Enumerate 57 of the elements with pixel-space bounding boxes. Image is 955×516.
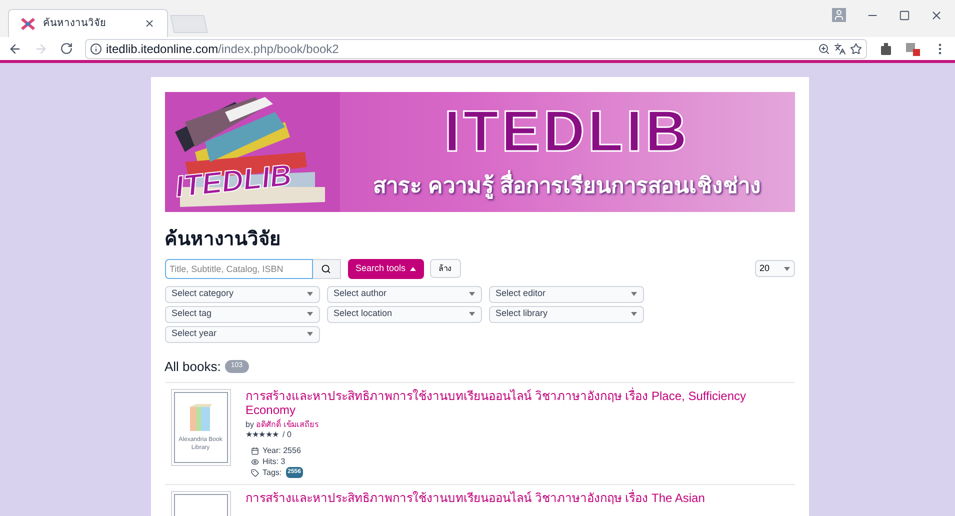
tag-icon <box>250 468 258 476</box>
browser-tab[interactable]: ค้นหางานวิจัย <box>8 9 168 37</box>
caret-icon <box>306 332 312 336</box>
logo-icon <box>21 18 35 30</box>
page-heading: ค้นหางานวิจัย <box>164 228 282 252</box>
book-title-link[interactable]: การสร้างและหาประสิทธิภาพการใช้งานบทเรียนออนไลน์ วิชาภาษาอังกฤษ เรื่อง Place, Sufficiency Economy <box>246 389 786 417</box>
filter-select[interactable]: Select library <box>488 306 644 322</box>
caret-up-icon <box>410 266 416 270</box>
by-label: by <box>246 420 255 429</box>
banner-title: ITEDLIB <box>444 102 690 160</box>
url-text: itedlib.itedonline.com/index.php/book/book2 <box>106 40 339 58</box>
filter-select[interactable]: Select year <box>164 326 320 342</box>
clear-button[interactable]: ล้าง <box>430 259 461 278</box>
caret-icon <box>784 266 790 270</box>
search-tools-button[interactable]: Search tools <box>348 258 424 278</box>
close-icon[interactable] <box>930 8 943 22</box>
tab-title: ค้นหางานวิจัย <box>43 16 107 31</box>
year-text: Year: 2556 <box>262 445 301 456</box>
close-icon[interactable] <box>144 18 155 29</box>
banner-subtitle: สาระ ความรู้ สื่อการเรียนการสอนเชิงช่าง <box>372 168 762 202</box>
book-title-link[interactable]: การสร้างและหาประสิทธิภาพการใช้งานบทเรียนออนไลน์ วิชาภาษาอังกฤษ เรื่อง The Asian <box>246 491 786 505</box>
caret-icon <box>630 292 636 296</box>
rating-text: / 0 <box>282 430 292 440</box>
all-books-label: All books: <box>164 358 221 376</box>
filter-select[interactable]: Select author <box>326 286 482 302</box>
translate-icon[interactable] <box>834 42 846 54</box>
books-icon <box>188 403 214 433</box>
profile-icon[interactable] <box>832 8 846 22</box>
search-field[interactable]: Title, Subtitle, Catalog, ISBN <box>164 258 312 278</box>
caret-icon <box>306 292 312 296</box>
rating-stars: ★★★★★ <box>246 430 279 440</box>
page-size-select[interactable]: 20 <box>754 260 794 277</box>
search-icon <box>321 264 331 274</box>
caret-icon <box>468 312 474 316</box>
filter-select[interactable]: Select editor <box>488 286 644 302</box>
calendar-icon <box>250 446 258 454</box>
logo-text: ITEDLIB <box>172 158 294 206</box>
back-icon[interactable] <box>8 42 22 56</box>
bookmark-star-icon[interactable] <box>850 42 862 54</box>
caret-icon <box>468 292 474 296</box>
caret-icon <box>630 312 636 316</box>
info-icon <box>90 42 102 54</box>
eye-icon <box>250 458 258 466</box>
zoom-icon[interactable] <box>818 42 830 54</box>
reload-icon[interactable] <box>60 42 73 55</box>
author-link[interactable]: อดิศักดิ์ เข้มเสถียร <box>256 420 318 429</box>
caret-icon <box>306 312 312 316</box>
extension-icon[interactable] <box>879 42 893 56</box>
restore-icon[interactable] <box>899 10 910 20</box>
address-bar[interactable]: itedlib.itedonline.com/index.php/book/book2 <box>85 38 867 58</box>
search-button[interactable] <box>312 258 340 278</box>
tags-label: Tags: <box>262 467 282 478</box>
hits-text: Hits: 3 <box>262 456 286 467</box>
filter-select[interactable]: Select tag <box>164 306 320 322</box>
filter-select[interactable]: Select category <box>164 286 320 302</box>
filter-select[interactable]: Select location <box>326 306 482 322</box>
extension-icon[interactable] <box>905 42 921 56</box>
